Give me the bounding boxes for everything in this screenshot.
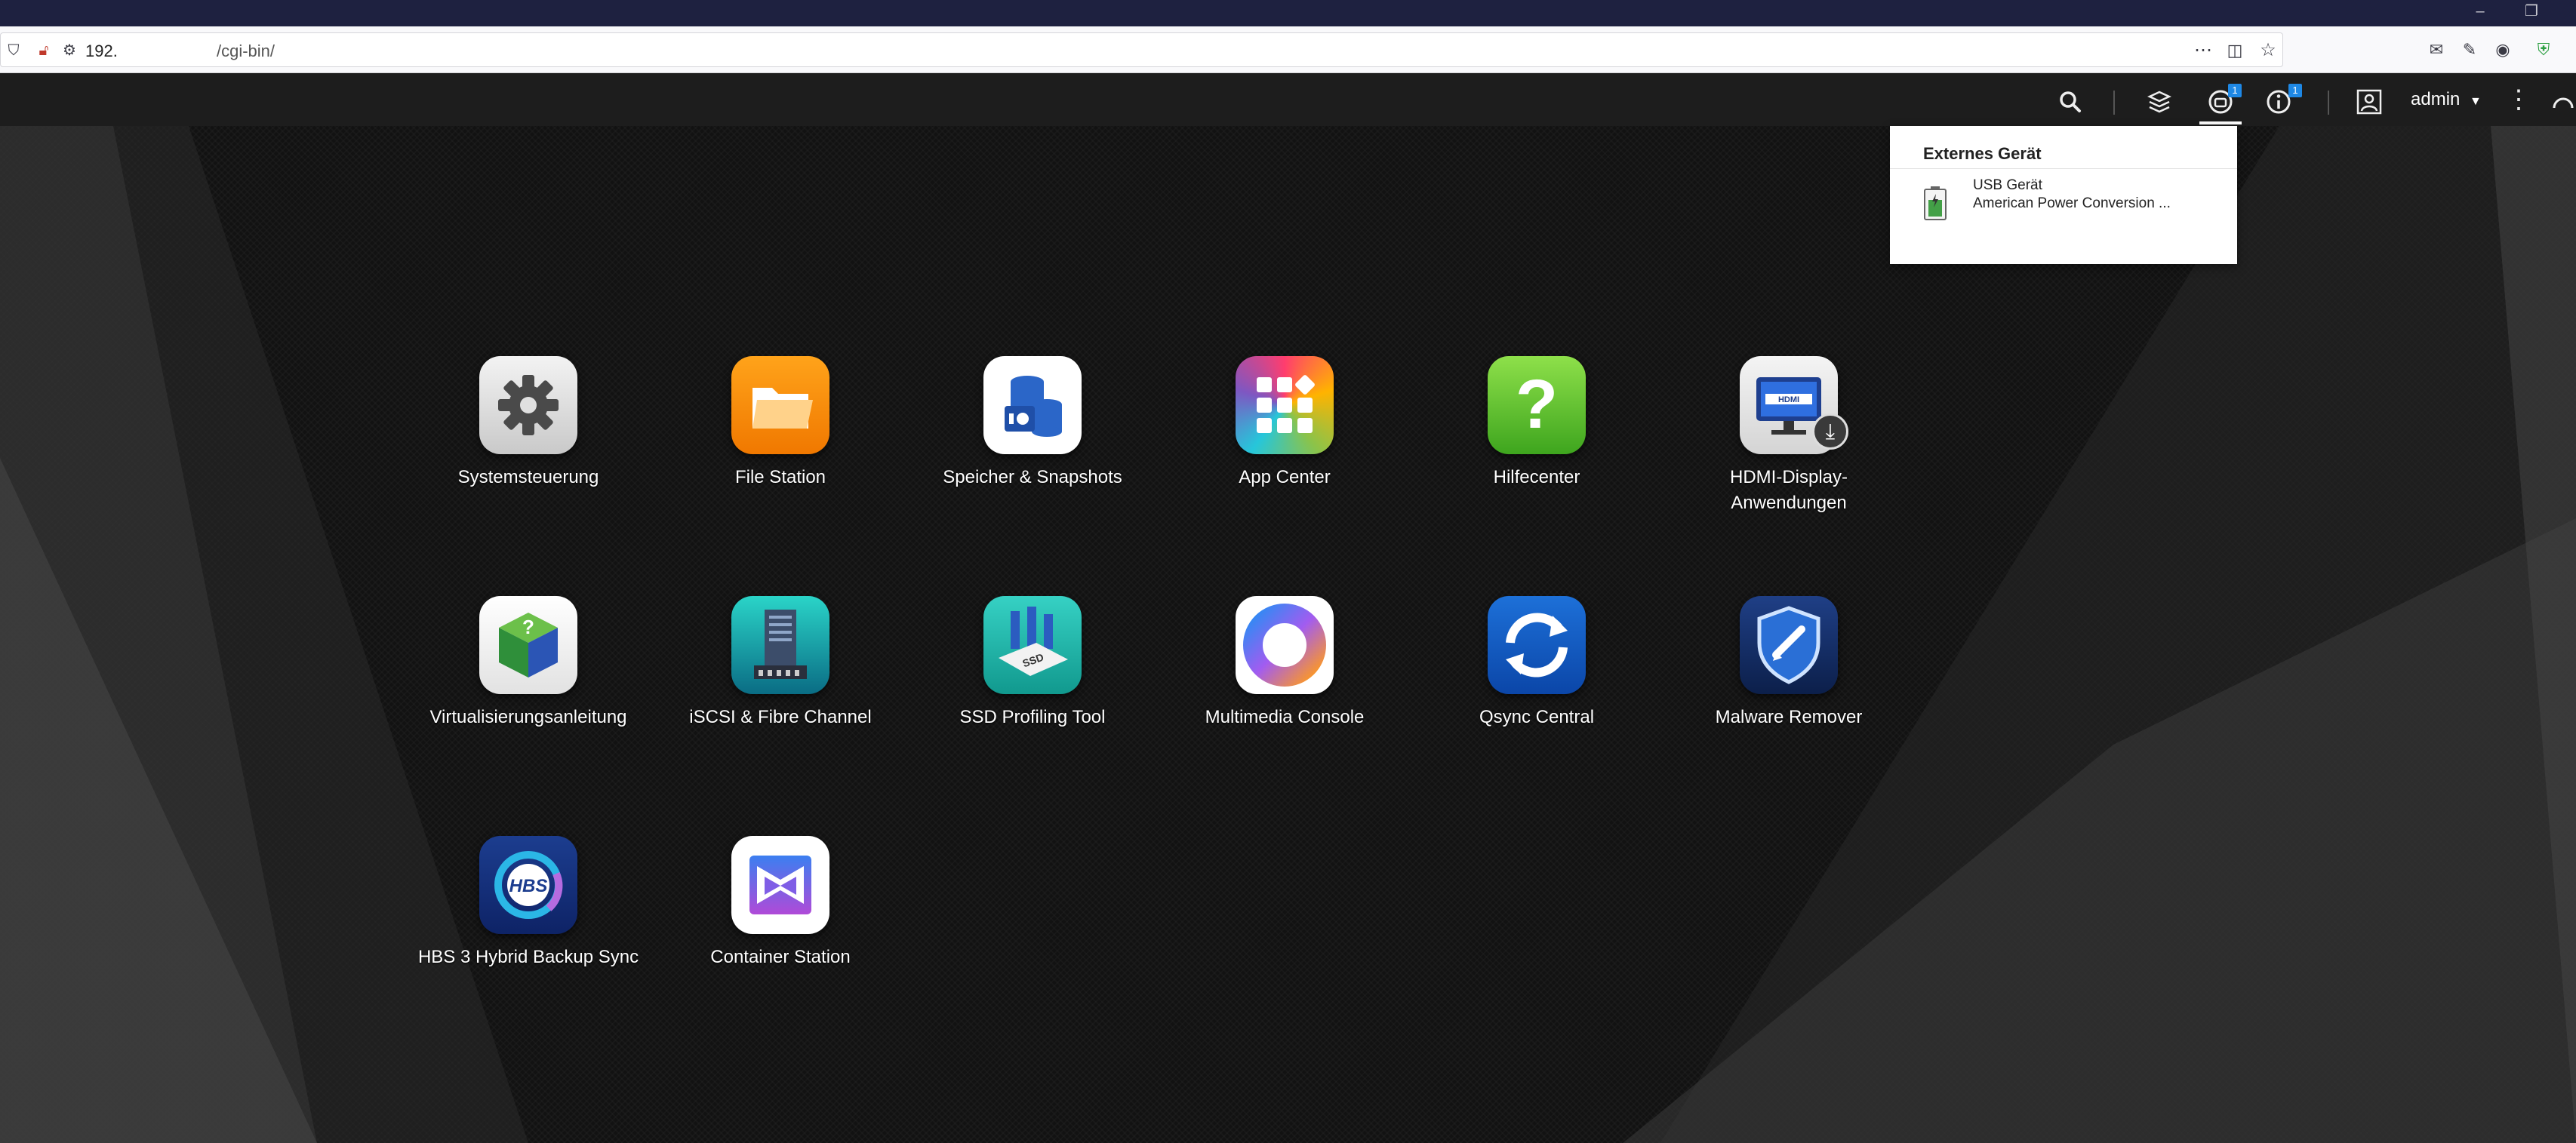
grid-icon [1236, 356, 1334, 454]
active-indicator [2199, 121, 2242, 124]
account-icon[interactable]: ◉ [2488, 32, 2518, 67]
nas-desktop: Systemsteuerung File Station Speicher & … [0, 126, 2576, 1143]
user-name: admin [2411, 89, 2461, 109]
browser-toolbar: ⛉ 🔓︎ ⚙ 192. /cgi-bin/ ⋯ ◫ ☆ ✉ ✎ ◉ ⛨ [0, 26, 2576, 73]
bookmark-star-icon[interactable]: ☆ [2253, 33, 2283, 68]
caret-down-icon: ▼ [2470, 95, 2482, 108]
device-name: USB Gerät [1973, 177, 2042, 193]
question-icon: ? [1488, 356, 1586, 454]
window-titlebar: – ❐ [0, 0, 2576, 26]
app-systemsteuerung[interactable]: Systemsteuerung [415, 356, 642, 490]
insecure-lock-icon[interactable]: 🔓︎ [32, 33, 55, 68]
external-device-badge: 1 [2228, 84, 2242, 97]
mail-icon[interactable]: ✉ [2421, 32, 2451, 67]
app-multimedia-console[interactable]: Multimedia Console [1171, 596, 1398, 730]
external-device-icon[interactable] [2199, 73, 2242, 126]
app-label: SSD Profiling Tool [959, 707, 1106, 727]
app-label: Qsync Central [1479, 707, 1595, 727]
background-tasks-icon[interactable] [2141, 73, 2178, 126]
url-bar[interactable]: ⛉ 🔓︎ ⚙ 192. /cgi-bin/ ⋯ ◫ ☆ [0, 32, 2283, 67]
user-avatar-icon[interactable] [2350, 73, 2388, 126]
app-label: Malware Remover [1715, 707, 1863, 727]
extension-icon[interactable]: ✎ [2454, 32, 2485, 67]
svg-text:?: ? [522, 616, 534, 638]
sync-icon [1488, 596, 1586, 694]
server-icon [731, 596, 829, 694]
app-label: iSCSI & Fibre Channel [689, 707, 872, 727]
ssd-icon: SSD [983, 596, 1082, 694]
shield-icon[interactable]: ⛉ [2, 33, 25, 68]
divider [1890, 168, 2237, 169]
download-badge-icon: ⤓ [1812, 413, 1848, 450]
hbs-icon: HBS [479, 836, 577, 934]
app-label: Speicher & Snapshots [943, 467, 1122, 487]
nas-topbar: 1 1 admin ▼ ⋮ [0, 73, 2576, 126]
info-badge: 1 [2288, 84, 2302, 97]
search-icon[interactable] [2051, 73, 2089, 126]
app-container-station[interactable]: Container Station [667, 836, 894, 970]
gear-icon [479, 356, 577, 454]
app-label: Multimedia Console [1205, 707, 1365, 727]
dashboard-icon[interactable] [2548, 73, 2576, 126]
app-label: Container Station [710, 947, 851, 967]
monitor-icon: HDMI ⤓ [1740, 356, 1848, 454]
ups-battery-icon [1924, 186, 1947, 220]
separator [2328, 91, 2329, 115]
panel-title: Externes Gerät [1923, 144, 2042, 163]
app-label: App Center [1239, 467, 1331, 487]
app-label: Hilfecenter [1493, 467, 1580, 487]
app-label: HDMI-Display-Anwendungen [1730, 467, 1848, 513]
pocket-icon[interactable]: ◫ [2220, 33, 2250, 68]
app-app-center[interactable]: App Center [1171, 356, 1398, 490]
permissions-icon[interactable]: ⚙ [58, 33, 81, 68]
app-file-station[interactable]: File Station [667, 356, 894, 490]
database-icon [983, 356, 1082, 454]
app-iscsi[interactable]: iSCSI & Fibre Channel [667, 596, 894, 730]
container-icon [731, 836, 829, 934]
app-label: File Station [734, 467, 826, 487]
external-device-panel: Externes Gerät USB Gerät American Power … [1890, 126, 2237, 264]
restore-button[interactable]: ❐ [2509, 0, 2554, 26]
security-extension-icon[interactable]: ⛨ [2528, 32, 2559, 67]
device-description: American Power Conversion ... [1973, 195, 2171, 211]
cube-icon: ? [479, 596, 577, 694]
more-icon[interactable]: ⋯ [2188, 33, 2218, 68]
shield-icon [1740, 596, 1838, 694]
info-icon[interactable] [2260, 73, 2297, 126]
app-speicher-snapshots[interactable]: Speicher & Snapshots [919, 356, 1146, 490]
app-label: Virtualisierungsanleitung [429, 707, 627, 727]
svg-text:?: ? [1516, 366, 1558, 443]
app-virtualisierung[interactable]: ? Virtualisierungsanleitung [415, 596, 642, 730]
url-path: /cgi-bin/ [217, 41, 275, 60]
app-hbs3[interactable]: HBS HBS 3 Hybrid Backup Sync [415, 836, 642, 970]
more-options-icon[interactable]: ⋮ [2500, 73, 2538, 126]
app-label: Systemsteuerung [457, 467, 599, 487]
user-menu[interactable]: admin ▼ [2411, 73, 2482, 126]
app-hdmi-display[interactable]: HDMI ⤓ HDMI-Display-Anwendungen [1676, 356, 1902, 516]
url-host: 192. [85, 41, 118, 60]
app-malware-remover[interactable]: Malware Remover [1676, 596, 1902, 730]
app-ssd-profiling[interactable]: SSD SSD Profiling Tool [919, 596, 1146, 730]
app-hilfecenter[interactable]: ? Hilfecenter [1423, 356, 1650, 490]
folder-icon [731, 356, 829, 454]
aperture-icon [1236, 596, 1334, 694]
app-qsync-central[interactable]: Qsync Central [1423, 596, 1650, 730]
svg-text:HDMI: HDMI [1778, 395, 1799, 404]
app-label: HBS 3 Hybrid Backup Sync [417, 947, 639, 967]
svg-text:HBS: HBS [509, 876, 548, 896]
minimize-button[interactable]: – [2458, 0, 2503, 26]
separator [2113, 91, 2115, 115]
